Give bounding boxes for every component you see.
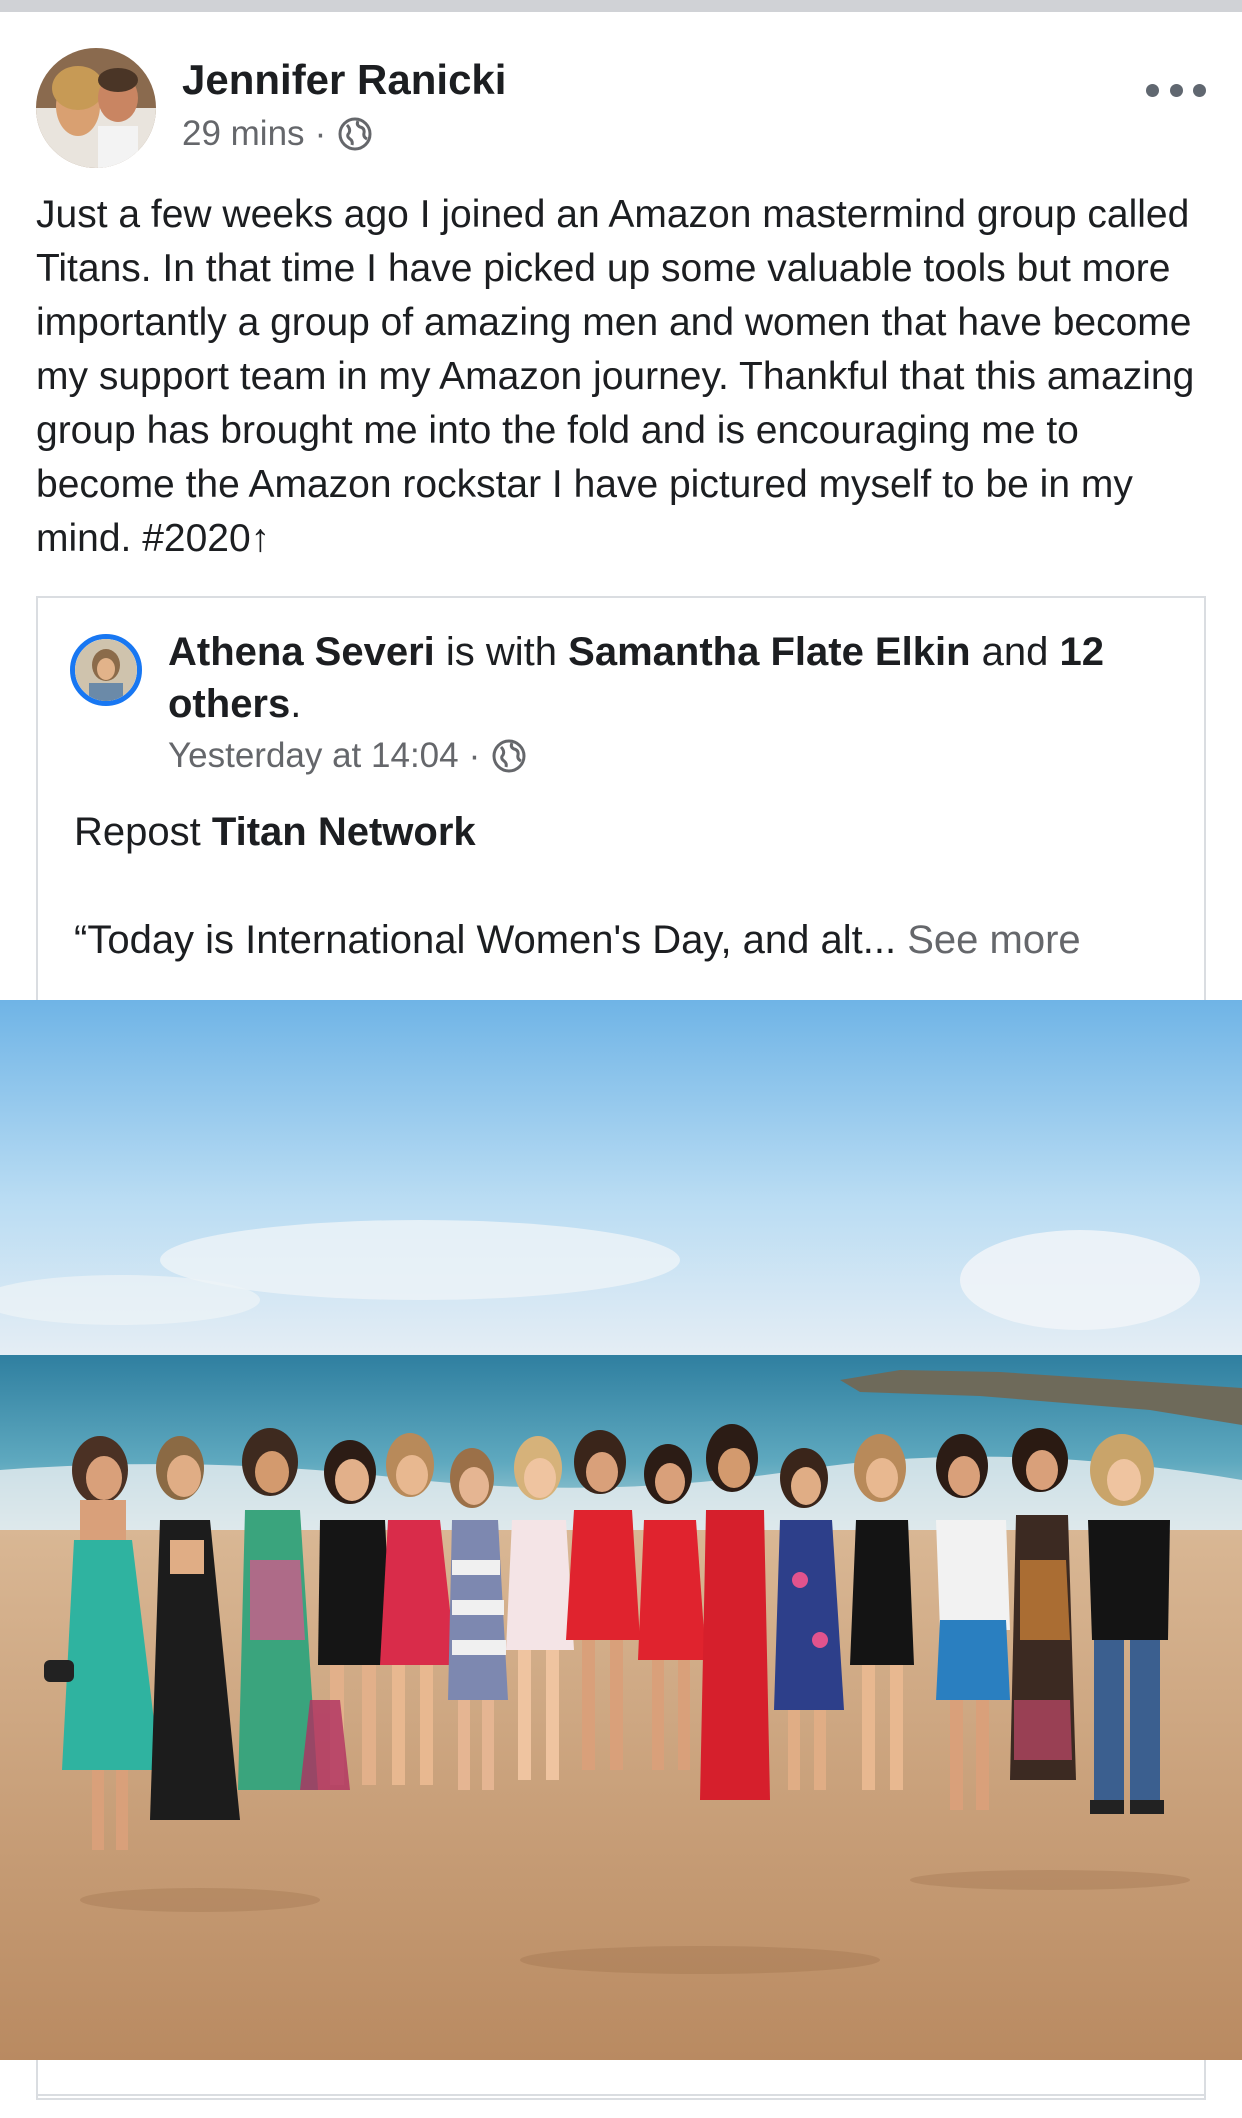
post-body: Just a few weeks ago I joined an Amazon …: [36, 193, 1195, 560]
shared-meta: Yesterday at 14:04 ·: [168, 736, 528, 776]
see-more-link[interactable]: See more: [907, 918, 1080, 962]
globe-icon: [336, 115, 374, 153]
post-time[interactable]: 29 mins: [182, 114, 305, 154]
period: .: [290, 682, 302, 726]
shared-time[interactable]: Yesterday at 14:04: [168, 736, 459, 776]
more-dot: [1146, 83, 1159, 97]
with-text: is with: [445, 630, 558, 674]
more-dot: [1169, 83, 1183, 97]
globe-icon: [490, 737, 528, 775]
quote-line: “Today is International Women's Day, and…: [74, 918, 1184, 963]
shared-header: Athena Severi is with Samantha Flate Elk…: [168, 626, 1178, 730]
post-meta: 29 mins ·: [182, 114, 374, 154]
meta-separator: ·: [468, 736, 481, 775]
post-photo[interactable]: [0, 1000, 1242, 2060]
trailing-arrow: ↑: [250, 517, 271, 560]
meta-separator: ·: [314, 114, 327, 153]
repost-page[interactable]: Titan Network: [212, 810, 476, 854]
repost-prefix: Repost: [74, 810, 201, 854]
post-text: Just a few weeks ago I joined an Amazon …: [36, 188, 1216, 566]
author-avatar[interactable]: [36, 48, 156, 168]
more-options-icon[interactable]: [1146, 70, 1206, 110]
repost-line: Repost Titan Network: [74, 810, 476, 855]
and-text: and: [981, 630, 1049, 674]
more-dot: [1193, 83, 1206, 97]
author-name[interactable]: Jennifer Ranicki: [182, 56, 506, 104]
post-header: Jennifer Ranicki 29 mins ·: [36, 48, 1206, 172]
shared-author-name[interactable]: Athena Severi: [168, 630, 435, 674]
quote-text: “Today is International Women's Day, and…: [74, 918, 897, 962]
card-bottom-border: [36, 2094, 1206, 2096]
top-divider: [0, 0, 1242, 12]
shared-author-avatar[interactable]: [70, 634, 142, 706]
tagged-person[interactable]: Samantha Flate Elkin: [568, 630, 970, 674]
